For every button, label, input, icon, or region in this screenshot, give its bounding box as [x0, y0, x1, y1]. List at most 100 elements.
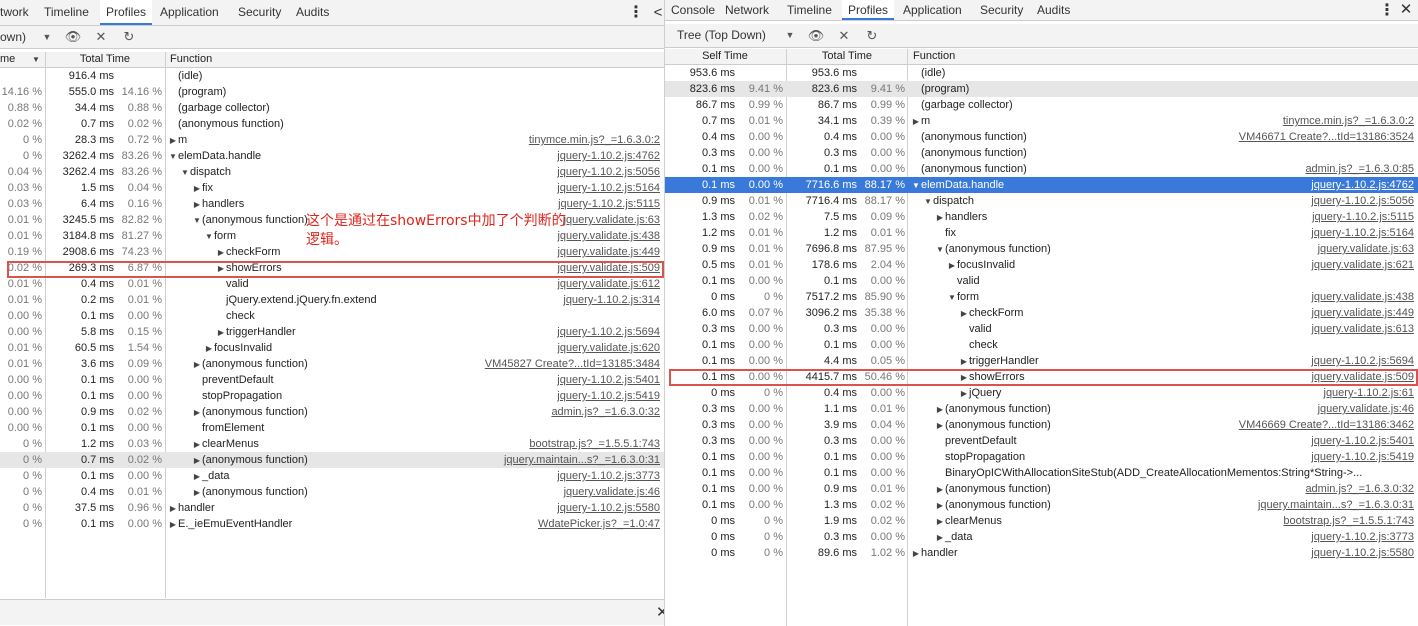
source-link[interactable]: VM46671 Create?...tId=13186:3524 — [1235, 129, 1414, 145]
collapsed-arrow-icon[interactable]: ▶ — [192, 197, 202, 212]
source-link[interactable]: VM46669 Create?...tId=13186:3462 — [1235, 417, 1414, 433]
tab-profiles[interactable]: Profiles — [100, 0, 153, 25]
table-row[interactable]: 14.16 % 555.0 ms 14.16 % (program) — [0, 84, 664, 100]
table-row[interactable]: 0.01 % 0.4 ms 0.01 % valid jquery.validate.j… — [0, 276, 664, 292]
collapsed-arrow-icon[interactable]: ▶ — [192, 453, 202, 468]
collapsed-arrow-icon[interactable]: ▶ — [192, 437, 202, 452]
eye-icon[interactable]: 👁 — [64, 26, 82, 48]
collapsed-arrow-icon[interactable]: ▶ — [935, 514, 945, 529]
collapsed-arrow-icon[interactable]: ▶ — [192, 405, 202, 420]
table-row[interactable]: 0.00 % 5.8 ms 0.15 % ▶ triggerHandler jquery-… — [0, 324, 664, 340]
tab-network[interactable]: Network — [719, 0, 775, 20]
collapsed-arrow-icon[interactable]: ▶ — [959, 370, 969, 385]
view-dropdown-icon[interactable]: ▼ — [38, 26, 56, 48]
view-select[interactable]: own) — [0, 26, 26, 48]
table-row[interactable]: 0.01 % 0.2 ms 0.01 % jQuery.extend.jQuery.f… — [0, 292, 664, 308]
source-link[interactable]: jquery.validate.js:612 — [553, 276, 660, 292]
table-row[interactable]: 0.00 % 0.9 ms 0.02 % ▶ (anonymous function) a… — [0, 404, 664, 420]
source-link[interactable]: jquery-1.10.2.js:314 — [559, 292, 660, 308]
col-total-time[interactable]: Total Time — [787, 49, 907, 64]
table-row[interactable]: 0.3 ms 0.00 % 1.1 ms 0.01 % ▶ (anonymous func… — [665, 401, 1418, 417]
collapsed-arrow-icon[interactable]: ▶ — [935, 210, 945, 225]
source-link[interactable]: jquery-1.10.2.js:5580 — [553, 500, 660, 516]
collapsed-arrow-icon[interactable]: ▶ — [935, 482, 945, 497]
expanded-arrow-icon[interactable]: ▼ — [192, 213, 202, 228]
source-link[interactable]: jquery.validate.js:621 — [1307, 257, 1414, 273]
tab-application[interactable]: Application — [154, 0, 225, 25]
table-row[interactable]: 0.1 ms 0.00 % 4.4 ms 0.05 % ▶ triggerHandler j… — [665, 353, 1418, 369]
table-row[interactable]: 0.1 ms 0.00 % 0.1 ms 0.00 % check — [665, 337, 1418, 353]
table-row[interactable]: 0 % 1.2 ms 0.03 % ▶ clearMenus bootstrap.js?_… — [0, 436, 664, 452]
source-link[interactable]: jquery-1.10.2.js:5115 — [554, 196, 660, 212]
source-link[interactable]: jquery-1.10.2.js:5115 — [1308, 209, 1414, 225]
table-row[interactable]: 0 ms 0 % 0.3 ms 0.00 % ▶ _data jquery-1.10.2.j… — [665, 529, 1418, 545]
collapsed-arrow-icon[interactable]: ▶ — [935, 418, 945, 433]
drawer-close-icon[interactable]: ✕ — [656, 600, 664, 626]
table-row[interactable]: 0.4 ms 0.00 % 0.4 ms 0.00 % (anonymous funct… — [665, 129, 1418, 145]
source-link[interactable]: jquery.validate.js:63 — [1314, 241, 1414, 257]
table-row[interactable]: 0.01 % 60.5 ms 1.54 % ▶ focusInvalid jquery.v… — [0, 340, 664, 356]
table-row[interactable]: 0 ms 0 % 0.4 ms 0.00 % ▶ jQuery jquery-1.10.2.… — [665, 385, 1418, 401]
source-link[interactable]: jquery-1.10.2.js:5164 — [1307, 225, 1414, 241]
table-row[interactable]: 0 % 0.4 ms 0.01 % ▶ (anonymous function) jque… — [0, 484, 664, 500]
source-link[interactable]: jquery.validate.js:613 — [1307, 321, 1414, 337]
tab-audits[interactable]: Audits — [1031, 0, 1076, 20]
table-row[interactable]: 0.1 ms 0.00 % 0.1 ms 0.00 % valid — [665, 273, 1418, 289]
menu-kebab-icon[interactable]: ⋮ — [628, 0, 644, 26]
source-link[interactable]: jquery-1.10.2.js:5580 — [1307, 545, 1414, 561]
table-row[interactable]: 0.00 % 0.1 ms 0.00 % check — [0, 308, 664, 324]
col-function[interactable]: Function — [170, 52, 470, 67]
source-link[interactable]: jquery-1.10.2.js:5694 — [553, 324, 660, 340]
source-link[interactable]: tinymce.min.js?_=1.6.3.0:2 — [1279, 113, 1414, 129]
collapsed-arrow-icon[interactable]: ▶ — [216, 245, 226, 260]
expanded-arrow-icon[interactable]: ▼ — [180, 165, 190, 180]
tab-timeline[interactable]: Timeline — [38, 0, 95, 25]
table-row[interactable]: 0.1 ms 0.00 % 0.1 ms 0.00 % (anonymous funct… — [665, 161, 1418, 177]
expanded-arrow-icon[interactable]: ▼ — [911, 178, 921, 193]
table-row[interactable]: 0.1 ms 0.00 % 7716.6 ms 88.17 % ▼elemData.ha… — [665, 177, 1418, 193]
col-total-time[interactable]: Total Time — [46, 52, 164, 67]
table-row[interactable]: 0.5 ms 0.01 % 178.6 ms 2.04 % ▶ focusInvalid j… — [665, 257, 1418, 273]
source-link[interactable]: jquery-1.10.2.js:5419 — [553, 388, 660, 404]
source-link[interactable]: jquery-1.10.2.js:5419 — [1307, 449, 1414, 465]
expanded-arrow-icon[interactable]: ▼ — [168, 149, 178, 164]
collapsed-arrow-icon[interactable]: ▶ — [935, 498, 945, 513]
source-link[interactable]: jquery.validate.js:509 — [1307, 369, 1414, 385]
source-link[interactable]: jquery.validate.js:509 — [553, 260, 660, 276]
table-row[interactable]: 0.3 ms 0.00 % 0.3 ms 0.00 % preventDefault jq… — [665, 433, 1418, 449]
tab-audits[interactable]: Audits — [290, 0, 335, 25]
table-row[interactable]: 1.3 ms 0.02 % 7.5 ms 0.09 % ▶ handlers jquery-… — [665, 209, 1418, 225]
source-link[interactable]: jquery-1.10.2.js:61 — [1320, 385, 1415, 401]
source-link[interactable]: jquery-1.10.2.js:5401 — [553, 372, 660, 388]
source-link[interactable]: jquery-1.10.2.js:5694 — [1307, 353, 1414, 369]
source-link[interactable]: jquery-1.10.2.js:4762 — [553, 148, 660, 164]
source-link[interactable]: jquery.validate.js:438 — [553, 228, 660, 244]
expanded-arrow-icon[interactable]: ▼ — [204, 229, 214, 244]
collapsed-arrow-icon[interactable]: ▶ — [947, 258, 957, 273]
table-row[interactable]: 823.6 ms 9.41 % 823.6 ms 9.41 % (program) — [665, 81, 1418, 97]
table-row[interactable]: 0.1 ms 0.00 % 0.1 ms 0.00 % stopPropagation j… — [665, 449, 1418, 465]
source-link[interactable]: admin.js?_=1.6.3.0:32 — [547, 404, 660, 420]
table-row[interactable]: 0 % 0.1 ms 0.00 % ▶ _data jquery-1.10.2.js:37… — [0, 468, 664, 484]
source-link[interactable]: jquery-1.10.2.js:3773 — [553, 468, 660, 484]
table-row[interactable]: 0 % 0.1 ms 0.00 % ▶ E._ieEmuEventHandler Wdat… — [0, 516, 664, 532]
source-link[interactable]: jquery.validate.js:46 — [560, 484, 660, 500]
table-row[interactable]: 0.9 ms 0.01 % 7696.8 ms 87.95 % ▼(anonymous … — [665, 241, 1418, 257]
close-devtools-icon[interactable]: ✕ — [1398, 0, 1414, 21]
table-row[interactable]: 0 % 0.7 ms 0.02 % ▶ (anonymous function) jque… — [0, 452, 664, 468]
collapsed-arrow-icon[interactable]: ▶ — [935, 402, 945, 417]
reload-icon[interactable]: ↻ — [120, 26, 138, 48]
table-row[interactable]: 0.1 ms 0.00 % 0.1 ms 0.00 % BinaryOpICWithAl… — [665, 465, 1418, 481]
view-dropdown-icon[interactable]: ▼ — [781, 24, 799, 47]
source-link[interactable]: jquery-1.10.2.js:5056 — [553, 164, 660, 180]
tab-application[interactable]: Application — [897, 0, 968, 20]
table-row[interactable]: 0.02 % 269.3 ms 6.87 % ▶ showErrors jquery.va… — [0, 260, 664, 276]
collapsed-arrow-icon[interactable]: ▶ — [216, 325, 226, 340]
menu-kebab-icon[interactable]: ⋮ — [1379, 0, 1395, 21]
collapsed-arrow-icon[interactable]: ▶ — [959, 306, 969, 321]
table-row[interactable]: 0.00 % 0.1 ms 0.00 % preventDefault jquery-1… — [0, 372, 664, 388]
table-row[interactable]: 0 ms 0 % 89.6 ms 1.02 % ▶ handler jquery-1.10.… — [665, 545, 1418, 561]
table-row[interactable]: 0.03 % 1.5 ms 0.04 % ▶ fix jquery-1.10.2.js:5… — [0, 180, 664, 196]
table-row[interactable]: 0.00 % 0.1 ms 0.00 % fromElement — [0, 420, 664, 436]
table-row[interactable]: 953.6 ms 953.6 ms (idle) — [665, 65, 1418, 81]
